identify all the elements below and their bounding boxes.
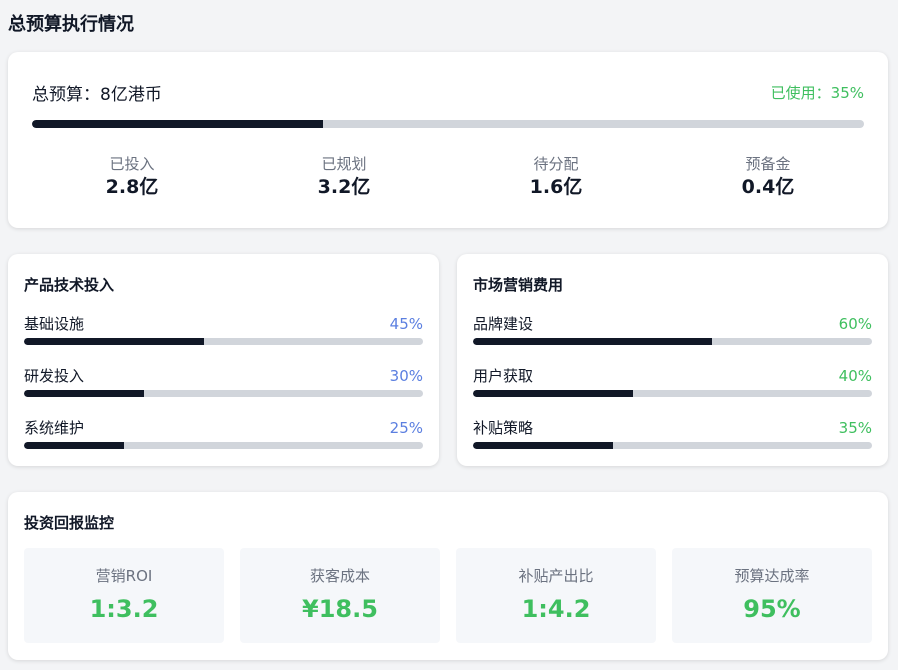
row-progress xyxy=(24,338,423,345)
row-percent: 25% xyxy=(389,419,423,437)
row-percent: 35% xyxy=(838,419,872,437)
stat-invested: 已投入 2.8亿 xyxy=(32,154,232,200)
progress-row-infrastructure: 基础设施 45% xyxy=(24,314,423,354)
budget-stats: 已投入 2.8亿 已规划 3.2亿 待分配 1.6亿 预备金 0.4亿 xyxy=(32,154,880,208)
stat-value: 2.8亿 xyxy=(105,176,159,198)
total-budget-card: 总预算：8亿港币 已使用：35% 已投入 2.8亿 已规划 3.2亿 待分配 1… xyxy=(8,52,888,228)
roi-card: 投资回报监控 营销ROI 1:3.2 获客成本 ¥18.5 补贴产出比 1:4.… xyxy=(8,492,888,660)
tile-value: 1:4.2 xyxy=(521,595,591,623)
roi-tile-acquisition-cost: 获客成本 ¥18.5 xyxy=(240,548,440,643)
row-percent: 45% xyxy=(389,315,423,333)
row-progress xyxy=(24,442,423,449)
row-label: 补贴策略 xyxy=(473,419,534,437)
row-percent: 30% xyxy=(389,367,423,385)
stat-reserve: 预备金 0.4亿 xyxy=(668,154,868,200)
row-progress-fill xyxy=(24,338,204,345)
stat-planned: 已规划 3.2亿 xyxy=(244,154,444,200)
tile-value: 1:3.2 xyxy=(89,595,159,623)
stat-label: 待分配 xyxy=(533,155,579,173)
stat-value: 3.2亿 xyxy=(317,176,371,198)
row-label: 用户获取 xyxy=(473,367,534,385)
row-label: 研发投入 xyxy=(24,367,85,385)
row-progress-fill xyxy=(24,390,144,397)
stat-label: 已投入 xyxy=(109,155,155,173)
tile-label: 预算达成率 xyxy=(734,567,810,585)
marketing-card: 市场营销费用 品牌建设 60% 用户获取 40% 补贴策略 35% xyxy=(457,254,888,466)
row-progress xyxy=(473,442,872,449)
progress-row-maintenance: 系统维护 25% xyxy=(24,418,423,458)
row-progress-fill xyxy=(24,442,124,449)
stat-label: 已规划 xyxy=(321,155,367,173)
row-progress-fill xyxy=(473,390,633,397)
tile-value: 95% xyxy=(743,595,801,623)
tile-value: ¥18.5 xyxy=(302,595,378,623)
tile-label: 营销ROI xyxy=(95,567,153,585)
row-label: 系统维护 xyxy=(24,419,85,437)
stat-value: 0.4亿 xyxy=(741,176,795,198)
tile-label: 获客成本 xyxy=(309,567,370,585)
progress-row-acquisition: 用户获取 40% xyxy=(473,366,872,406)
total-budget-progress-fill xyxy=(32,120,324,128)
stat-label: 预备金 xyxy=(745,155,791,173)
row-progress xyxy=(473,390,872,397)
total-budget-progress xyxy=(32,120,864,128)
product-tech-card: 产品技术投入 基础设施 45% 研发投入 30% 系统维护 25% xyxy=(8,254,439,466)
row-progress-fill xyxy=(473,338,713,345)
tile-label: 补贴产出比 xyxy=(518,567,594,585)
row-percent: 40% xyxy=(838,367,872,385)
product-tech-title: 产品技术投入 xyxy=(24,276,115,294)
row-label: 基础设施 xyxy=(24,315,85,333)
stat-value: 1.6亿 xyxy=(529,176,583,198)
row-percent: 60% xyxy=(838,315,872,333)
row-progress-fill xyxy=(473,442,613,449)
row-label: 品牌建设 xyxy=(473,315,534,333)
row-progress xyxy=(473,338,872,345)
progress-row-subsidy: 补贴策略 35% xyxy=(473,418,872,458)
row-progress xyxy=(24,390,423,397)
progress-row-rnd: 研发投入 30% xyxy=(24,366,423,406)
roi-title: 投资回报监控 xyxy=(24,514,115,532)
roi-tile-marketing-roi: 营销ROI 1:3.2 xyxy=(24,548,224,643)
total-budget-label: 总预算：8亿港币 xyxy=(32,85,162,105)
roi-tile-subsidy-ratio: 补贴产出比 1:4.2 xyxy=(456,548,656,643)
stat-unallocated: 待分配 1.6亿 xyxy=(456,154,656,200)
page-title: 总预算执行情况 xyxy=(8,14,134,35)
marketing-title: 市场营销费用 xyxy=(473,276,564,294)
used-percent-label: 已使用：35% xyxy=(770,84,864,102)
progress-row-brand: 品牌建设 60% xyxy=(473,314,872,354)
roi-tile-budget-achievement: 预算达成率 95% xyxy=(672,548,872,643)
